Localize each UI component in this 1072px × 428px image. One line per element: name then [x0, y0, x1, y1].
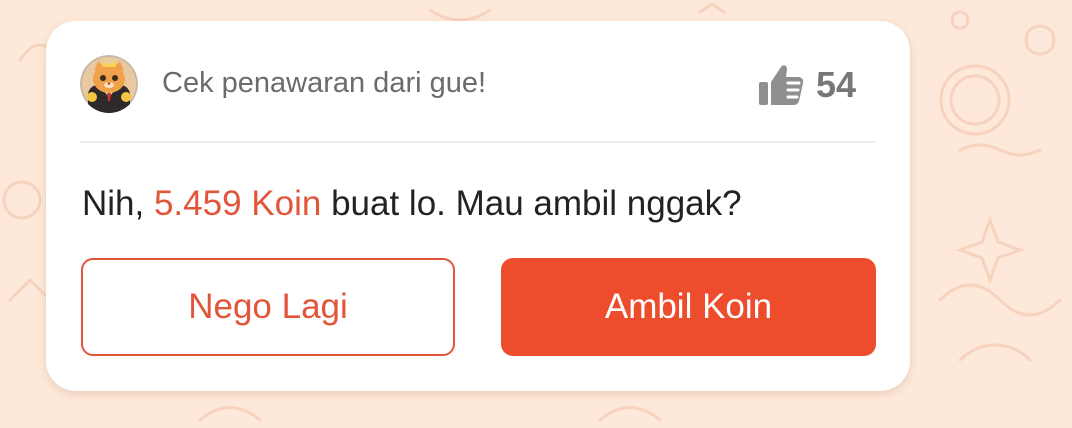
negotiate-again-button[interactable]: Nego Lagi [81, 258, 455, 356]
offer-message: Nih, 5.459 Koin buat lo. Mau ambil nggak… [82, 184, 742, 224]
like-count: 54 [815, 64, 856, 105]
offer-card-header: Cek penawaran dari gue! 54 [80, 55, 876, 115]
coin-amount: 5.459 Koin [153, 184, 322, 223]
thumbs-up-icon [758, 65, 804, 105]
header-divider [80, 141, 876, 143]
likes-counter[interactable]: 54 [758, 63, 856, 107]
message-prefix: Nih, [82, 184, 154, 223]
cat-mascot-icon [80, 55, 138, 113]
offer-card: Cek penawaran dari gue! 54 Nih, 5.459 Ko… [46, 21, 910, 391]
take-coins-button[interactable]: Ambil Koin [501, 258, 876, 356]
message-suffix: buat lo. Mau ambil nggak? [321, 184, 742, 223]
offer-title: Cek penawaran dari gue! [162, 67, 487, 99]
